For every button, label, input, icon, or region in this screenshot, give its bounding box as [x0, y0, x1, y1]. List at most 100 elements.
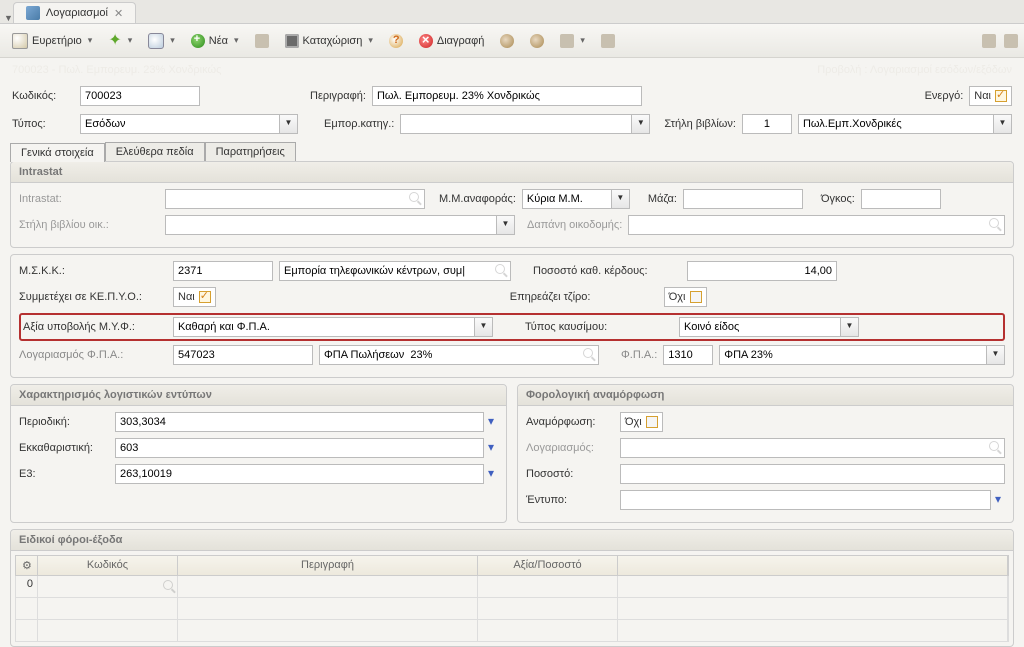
panel-characterization: Χαρακτηρισμός λογιστικών εντύπων Περιοδι…: [10, 384, 507, 523]
pos-input[interactable]: [620, 464, 1005, 484]
panel-intrastat: Intrastat Intrastat: Μ.Μ.αναφοράς: ▼ Μάζ…: [10, 161, 1014, 248]
panel-special-taxes: Ειδικοί φόροι-έξοδα ⚙ Κωδικός Περιγραφή …: [10, 529, 1014, 647]
tab-general[interactable]: Γενικά στοιχεία: [10, 143, 105, 162]
dropdown-icon[interactable]: ▾: [991, 490, 1005, 508]
col-descr[interactable]: Περιγραφή: [178, 556, 478, 575]
pososto-input[interactable]: [687, 261, 837, 281]
mskk-txt-input[interactable]: [279, 261, 511, 281]
code-input[interactable]: [80, 86, 200, 106]
dapani-input[interactable]: [628, 215, 1005, 235]
tab-accounts[interactable]: Λογαριασμοί ✕: [13, 2, 136, 23]
chevron-down-icon[interactable]: ▼: [280, 114, 298, 134]
kepyo-checkbox[interactable]: Ναι: [173, 287, 216, 307]
copy-button[interactable]: [249, 31, 275, 51]
export-icon[interactable]: [1004, 34, 1018, 48]
ent-input[interactable]: [620, 490, 991, 510]
myf-select[interactable]: [173, 317, 475, 337]
tab-notes[interactable]: Παρατηρήσεις: [205, 142, 296, 161]
anam-checkbox[interactable]: Όχι: [620, 412, 663, 432]
chevron-down-icon[interactable]: ▼: [497, 215, 515, 235]
nav-next-button[interactable]: [524, 31, 550, 51]
chevron-down-icon[interactable]: ▾: [232, 35, 239, 46]
vol-input[interactable]: [861, 189, 941, 209]
grid-corner[interactable]: ⚙: [16, 556, 38, 575]
search-icon[interactable]: [409, 192, 421, 204]
mass-input[interactable]: [683, 189, 803, 209]
fuel-select[interactable]: [679, 317, 841, 337]
search-icon[interactable]: [989, 441, 1001, 453]
dropdown-icon[interactable]: ▾: [484, 412, 498, 430]
bookcol-num-input[interactable]: [742, 114, 792, 134]
save-button[interactable]: Καταχώριση▾: [279, 31, 379, 51]
chevron-down-icon[interactable]: ▼: [994, 114, 1012, 134]
search-icon[interactable]: [583, 348, 595, 360]
fpaacc-num-input[interactable]: [173, 345, 313, 365]
search-icon[interactable]: [495, 264, 507, 276]
chevron-down-icon[interactable]: ▾: [86, 35, 93, 46]
bookcoloik-select[interactable]: [165, 215, 497, 235]
inner-tab-bar: Γενικά στοιχεία Ελεύθερα πεδία Παρατηρήσ…: [0, 138, 1024, 161]
chevron-down-icon[interactable]: ▼: [841, 317, 859, 337]
commcat-label: Εμπορ.κατηγ.:: [324, 118, 394, 130]
row-value-cell[interactable]: [478, 576, 618, 597]
window-tab-bar: ▼ Λογαριασμοί ✕: [0, 0, 1024, 24]
delete-button[interactable]: Διαγραφή: [413, 31, 491, 51]
chevron-down-icon[interactable]: ▾: [126, 35, 133, 46]
check-icon: [995, 90, 1007, 102]
col-value[interactable]: Αξία/Ποσοστό: [478, 556, 618, 575]
periodic-input[interactable]: [115, 412, 484, 432]
anam-label: Αναμόρφωση:: [526, 416, 614, 428]
help-button[interactable]: [383, 31, 409, 51]
mm-select[interactable]: [522, 189, 612, 209]
dropdown-icon[interactable]: ▾: [484, 438, 498, 456]
chevron-down-icon[interactable]: ▼: [987, 345, 1005, 365]
search-tool-button[interactable]: ▾: [142, 30, 181, 52]
intrastat-input[interactable]: [165, 189, 425, 209]
fpaacc-txt-input[interactable]: [319, 345, 599, 365]
tab-free-fields[interactable]: Ελεύθερα πεδία: [105, 142, 205, 161]
ekkath-input[interactable]: [115, 438, 484, 458]
periodic-label: Περιοδική:: [19, 416, 109, 428]
active-checkbox[interactable]: Ναι: [969, 86, 1012, 106]
star-button[interactable]: ✦▾: [102, 30, 138, 52]
tziro-checkbox[interactable]: Όχι: [664, 287, 707, 307]
chevron-down-icon[interactable]: ▼: [475, 317, 493, 337]
dropdown-icon[interactable]: ▾: [484, 464, 498, 482]
bookcol-select[interactable]: [798, 114, 994, 134]
descr-input[interactable]: [372, 86, 642, 106]
table-row[interactable]: [15, 620, 1009, 642]
row-descr-cell[interactable]: [178, 576, 478, 597]
mskk-num-input[interactable]: [173, 261, 273, 281]
e3-input[interactable]: [115, 464, 484, 484]
table-row[interactable]: [15, 598, 1009, 620]
search-icon[interactable]: [989, 218, 1001, 230]
commcat-select[interactable]: [400, 114, 632, 134]
row-code-cell[interactable]: [38, 576, 178, 597]
star-icon: ✦: [108, 33, 121, 49]
chevron-down-icon[interactable]: ▾: [168, 35, 175, 46]
chevron-down-icon[interactable]: ▾: [578, 35, 585, 46]
pos-label: Ποσοστό:: [526, 468, 614, 480]
chevron-down-icon[interactable]: ▼: [632, 114, 650, 134]
type-select[interactable]: [80, 114, 280, 134]
tools-icon[interactable]: [982, 34, 996, 48]
nav-prev-button[interactable]: [494, 31, 520, 51]
chevron-down-icon[interactable]: ▾: [366, 35, 373, 46]
log-input[interactable]: [620, 438, 1005, 458]
search-icon[interactable]: [163, 580, 173, 590]
chevron-down-icon[interactable]: ▼: [612, 189, 630, 209]
print-button[interactable]: ▾: [554, 31, 591, 51]
tab-menu-dropdown[interactable]: ▼: [2, 13, 13, 23]
index-button[interactable]: Ευρετήριο ▾: [6, 30, 98, 52]
print-icon: [560, 34, 574, 48]
table-row[interactable]: 0: [15, 576, 1009, 598]
check-icon: [646, 416, 658, 428]
bookcol-label: Στήλη βιβλίων:: [664, 118, 736, 130]
col-code[interactable]: Κωδικός: [38, 556, 178, 575]
extra-button[interactable]: [595, 31, 621, 51]
fpa-select[interactable]: [719, 345, 987, 365]
close-icon[interactable]: ✕: [114, 7, 123, 20]
fpa-num-input[interactable]: [663, 345, 713, 365]
mm-label: Μ.Μ.αναφοράς:: [439, 193, 516, 205]
new-button[interactable]: Νέα▾: [185, 31, 245, 51]
